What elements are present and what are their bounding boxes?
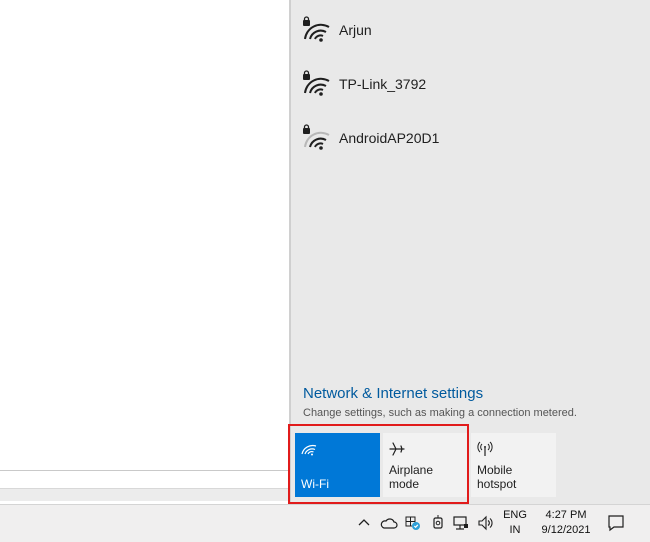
wifi-lock-icon bbox=[301, 69, 331, 99]
network-item-arjun[interactable]: Arjun bbox=[301, 10, 631, 50]
wifi-lock-icon bbox=[301, 15, 331, 45]
network-flyout: Arjun TP-Link_3792 AndroidAP20D1 Network… bbox=[290, 0, 650, 504]
taskbar-clock[interactable]: 4:27 PM 9/12/2021 bbox=[535, 508, 597, 538]
taskbar: ENG IN 4:27 PM 9/12/2021 bbox=[0, 504, 650, 542]
mobile-hotspot-tile[interactable]: Mobile hotspot bbox=[471, 433, 556, 497]
network-item-tp-link[interactable]: TP-Link_3792 bbox=[301, 64, 631, 104]
hotspot-icon bbox=[477, 441, 493, 457]
camera-icon[interactable] bbox=[429, 514, 447, 532]
network-name: TP-Link_3792 bbox=[339, 76, 427, 92]
language-region: IN bbox=[509, 524, 521, 536]
hotspot-tile-label: Mobile hotspot bbox=[477, 463, 517, 491]
network-settings-link[interactable]: Network & Internet settings bbox=[303, 385, 483, 402]
network-name: Arjun bbox=[339, 22, 372, 38]
notification-icon[interactable] bbox=[606, 513, 626, 533]
airplane-icon bbox=[389, 441, 405, 457]
airplane-tile-label: Airplane mode bbox=[389, 463, 434, 491]
wifi-icon bbox=[301, 441, 317, 457]
clock-date: 9/12/2021 bbox=[541, 524, 591, 536]
network-icon[interactable] bbox=[452, 514, 470, 532]
window-bottom-strip bbox=[0, 488, 289, 501]
network-name: AndroidAP20D1 bbox=[339, 130, 440, 146]
app-window bbox=[0, 0, 290, 488]
wifi-tile-label: Wi-Fi bbox=[301, 477, 329, 491]
language-indicator[interactable]: ENG IN bbox=[500, 508, 530, 538]
wifi-lock-icon bbox=[301, 123, 331, 153]
volume-icon[interactable] bbox=[477, 514, 495, 532]
clock-time: 4:27 PM bbox=[545, 509, 587, 521]
network-settings-description: Change settings, such as making a connec… bbox=[303, 407, 577, 419]
security-icon[interactable] bbox=[404, 514, 422, 532]
airplane-mode-tile[interactable]: Airplane mode bbox=[383, 433, 468, 497]
chevron-up-icon[interactable] bbox=[355, 514, 373, 532]
wifi-toggle-tile[interactable]: Wi-Fi bbox=[295, 433, 380, 497]
cloud-icon[interactable] bbox=[380, 514, 398, 532]
window-divider bbox=[0, 470, 289, 471]
language-code: ENG bbox=[503, 509, 527, 521]
network-item-androidap[interactable]: AndroidAP20D1 bbox=[301, 118, 631, 158]
